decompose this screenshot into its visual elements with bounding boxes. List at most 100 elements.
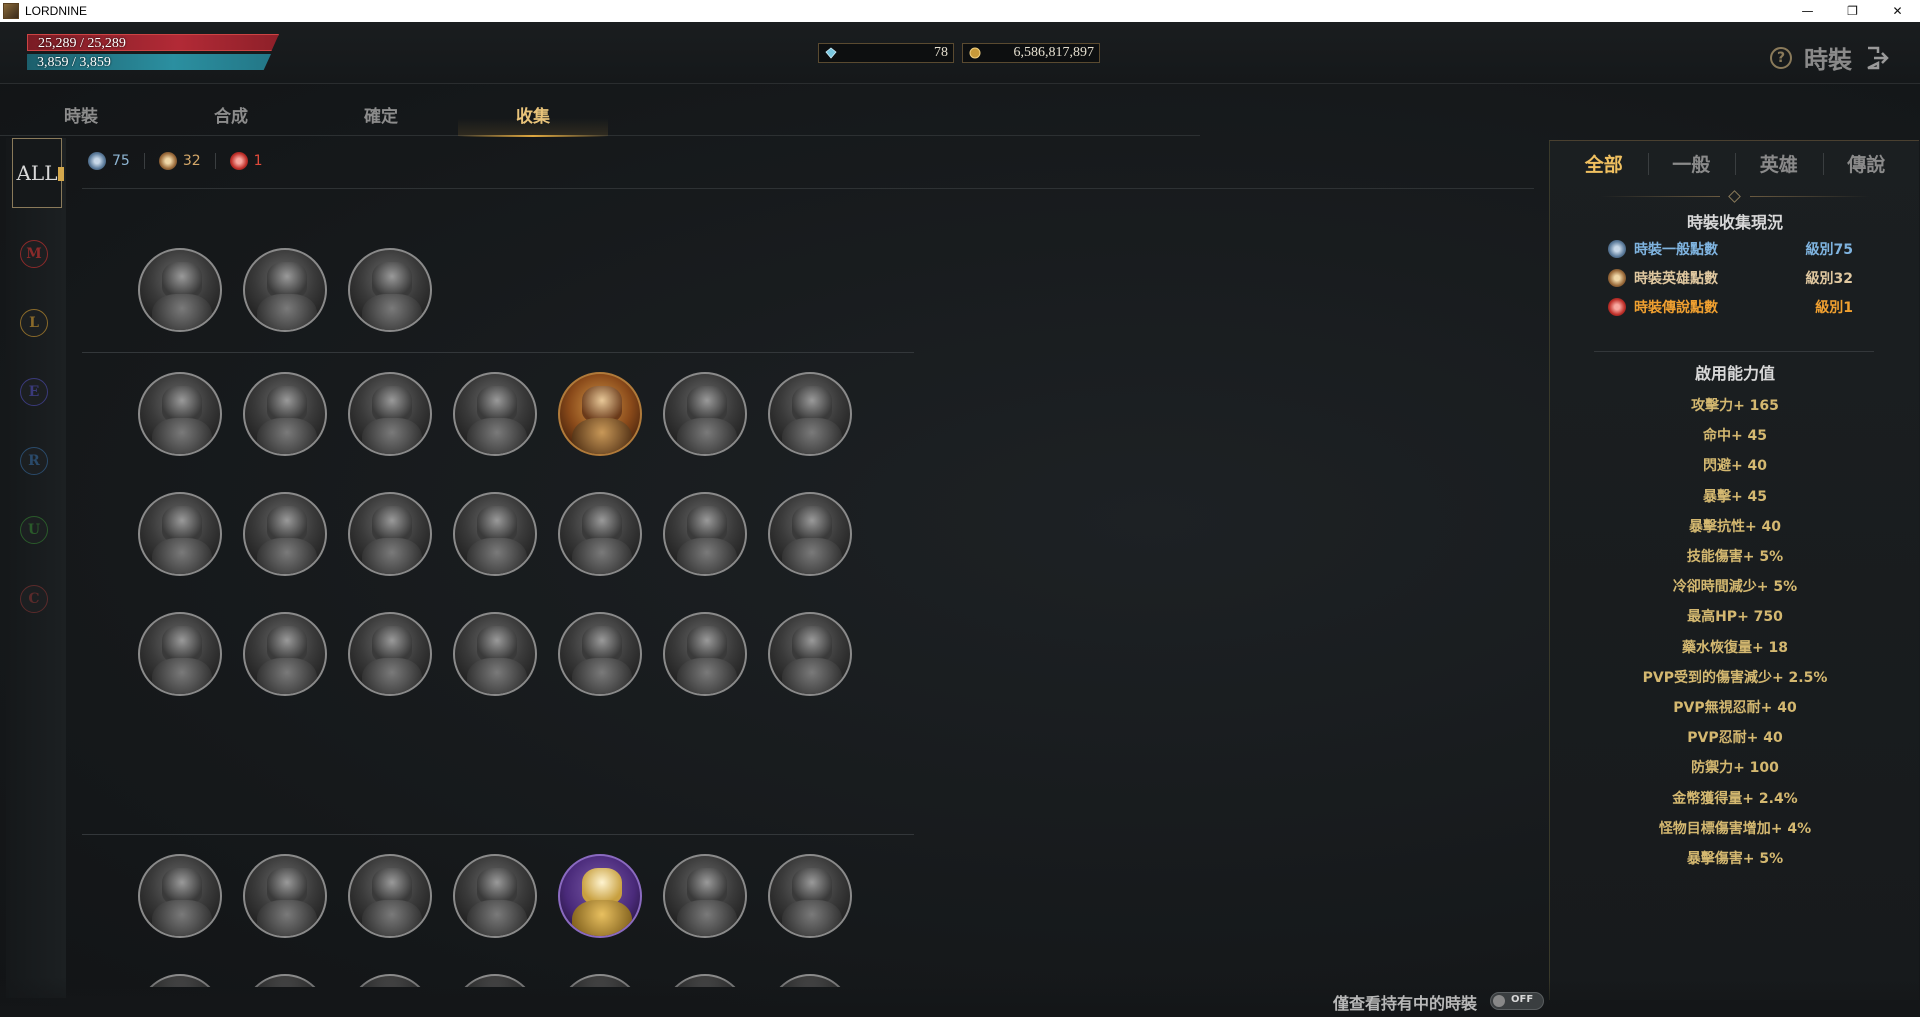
mp-bar: 3,859 / 3,859	[27, 54, 271, 70]
costume-slot[interactable]	[768, 492, 852, 576]
costume-slot[interactable]	[663, 854, 747, 938]
costume-slot[interactable]	[453, 854, 537, 938]
grade-filter-m[interactable]: M	[20, 240, 48, 268]
hp-text: 25,289 / 25,289	[38, 36, 126, 51]
ability-stat: 藥水恢復量+ 18	[1681, 639, 1789, 656]
toggle-knob	[1493, 995, 1505, 1007]
minimize-button[interactable]: —	[1785, 0, 1830, 22]
window-title: LORDNINE	[25, 4, 88, 18]
costume-slot[interactable]	[558, 492, 642, 576]
panel-divider	[1594, 351, 1874, 352]
grade-filter-e[interactable]: E	[20, 378, 48, 406]
costume-slot[interactable]	[243, 372, 327, 456]
normal-points: 75	[88, 152, 130, 170]
costume-collection-grid	[82, 200, 1532, 987]
help-icon[interactable]: ?	[1770, 46, 1792, 69]
owned-only-label: 僅查看持有中的時裝	[1333, 994, 1478, 1013]
legend-point-icon	[229, 152, 248, 170]
costume-slot[interactable]	[348, 492, 432, 576]
collection-status-panel: 全部 一般 英雄 傳說 時裝收集現況 時裝一般點數 級別75 時裝英雄點數 級別32 時裝傳說…	[1549, 140, 1919, 1000]
ability-stat: 冷卻時間減少+ 5%	[1672, 579, 1798, 596]
costume-slot[interactable]	[768, 612, 852, 696]
grade-tab-2[interactable]: 英雄	[1735, 141, 1823, 185]
ability-stat: 金幣獲得量+ 2.4%	[1672, 790, 1798, 807]
grade-tab-0[interactable]: 全部	[1560, 141, 1648, 185]
collection-status-row: 時裝一般點數 級別75	[1608, 237, 1853, 261]
ability-stat: PVP忍耐+ 40	[1687, 730, 1783, 747]
hud-right: ? 時裝	[1770, 40, 1890, 75]
costume-slot[interactable]	[243, 248, 327, 332]
costume-slot[interactable]	[348, 372, 432, 456]
costume-slot[interactable]	[243, 492, 327, 576]
gold-amount: 6,586,817,897	[1013, 45, 1095, 60]
close-button[interactable]: ✕	[1875, 0, 1920, 22]
costume-slot[interactable]	[138, 492, 222, 576]
costume-slot[interactable]	[663, 492, 747, 576]
status-value: 級別75	[1805, 242, 1853, 258]
tab-costume[interactable]: 時裝	[6, 92, 156, 136]
costume-slot[interactable]	[768, 854, 852, 938]
costume-slot[interactable]	[768, 372, 852, 456]
costume-slot[interactable]	[453, 492, 537, 576]
divider	[143, 153, 145, 169]
costume-slot[interactable]	[453, 372, 537, 456]
summary-divider	[82, 188, 1534, 189]
mp-text: 3,859 / 3,859	[37, 55, 111, 70]
group-divider	[82, 834, 914, 835]
owned-only-toggle[interactable]: OFF	[1490, 992, 1544, 1010]
costume-slot[interactable]	[348, 854, 432, 938]
costume-slot[interactable]	[243, 854, 327, 938]
hero-point-icon	[1608, 269, 1626, 287]
costume-slot[interactable]	[138, 248, 222, 332]
grade-tabs: 全部 一般 英雄 傳說	[1560, 141, 1910, 185]
collection-status-row: 時裝傳說點數 級別1	[1608, 295, 1853, 319]
tab-confirm[interactable]: 確定	[306, 92, 456, 136]
costume-slot[interactable]	[558, 612, 642, 696]
tab-synthesis[interactable]: 合成	[156, 92, 306, 136]
ability-stat: 暴擊+ 45	[1702, 488, 1768, 505]
game-viewport: 25,289 / 25,289 3,859 / 3,859 78 6,586,8…	[0, 22, 1920, 1017]
gem-currency[interactable]: 78	[818, 43, 954, 63]
ability-stat: 攻擊力+ 165	[1691, 398, 1779, 414]
legend-point-icon	[1608, 298, 1626, 316]
ability-stat: 防禦力+ 100	[1691, 760, 1779, 777]
costume-slot[interactable]	[558, 854, 642, 938]
gem-amount: 78	[934, 45, 948, 60]
grade-filter-u[interactable]: U	[20, 516, 48, 544]
gold-currency[interactable]: 6,586,817,897	[962, 43, 1100, 63]
group-divider	[82, 352, 914, 353]
costume-slot[interactable]	[663, 372, 747, 456]
grade-filter-all[interactable]: ALL	[12, 138, 64, 208]
costume-slot[interactable]	[348, 248, 432, 332]
window-controls: — ❐ ✕	[1785, 0, 1920, 22]
ability-stat: PVP無視忍耐+ 40	[1673, 700, 1797, 716]
grade-tab-1[interactable]: 一般	[1647, 141, 1736, 185]
grade-tab-3[interactable]: 傳說	[1822, 141, 1911, 185]
tab-collection[interactable]: 收集	[458, 92, 608, 137]
costume-slot[interactable]	[663, 612, 747, 696]
grade-filter-l[interactable]: L	[20, 309, 48, 337]
status-value: 級別32	[1805, 271, 1853, 287]
costume-slot[interactable]	[138, 854, 222, 938]
costume-slot[interactable]	[558, 372, 642, 456]
status-name: 時裝一般點數	[1634, 242, 1718, 258]
ability-stat: PVP受到的傷害減少+ 2.5%	[1642, 669, 1828, 686]
costume-slot[interactable]	[138, 372, 222, 456]
gold-coin-icon	[969, 47, 981, 59]
exit-icon[interactable]	[1864, 45, 1890, 71]
restore-button[interactable]: ❐	[1830, 0, 1875, 22]
costume-slot[interactable]	[138, 612, 222, 696]
costume-slot[interactable]	[348, 612, 432, 696]
hero-point-icon	[158, 152, 177, 170]
toggle-state: OFF	[1511, 994, 1534, 1005]
costume-slot[interactable]	[453, 612, 537, 696]
grade-filter-c[interactable]: C	[20, 585, 48, 613]
legend-points: 1	[229, 152, 263, 170]
grade-filter-r[interactable]: R	[20, 447, 48, 475]
ability-title: 啟用能力值	[1694, 364, 1775, 383]
status-value: 級別1	[1815, 300, 1853, 316]
ability-stat: 暴擊傷害+ 5%	[1686, 851, 1784, 867]
costume-slot[interactable]	[243, 612, 327, 696]
ability-stat: 怪物目標傷害增加+ 4%	[1658, 820, 1812, 837]
ability-stat: 技能傷害+ 5%	[1686, 549, 1784, 565]
